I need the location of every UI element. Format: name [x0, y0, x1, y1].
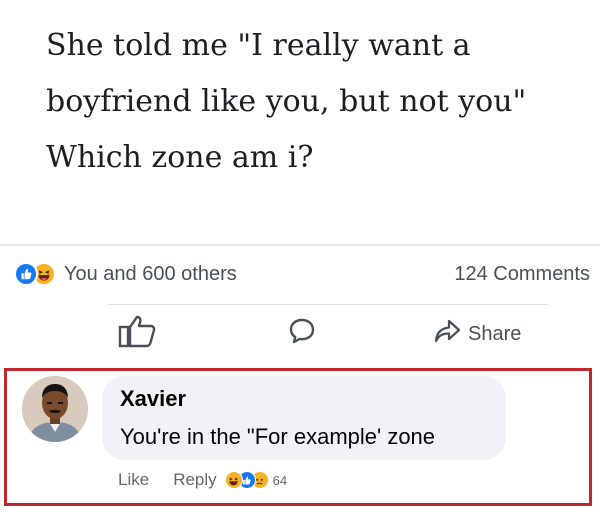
comment-text: You're in the "For example' zone: [120, 424, 436, 449]
like-icon: [14, 262, 38, 286]
comment-like-link[interactable]: Like: [118, 470, 149, 490]
comment-reply-link[interactable]: Reply: [173, 470, 216, 490]
divider: [0, 244, 600, 246]
post-text: She told me "I really want a boyfriend l…: [46, 18, 586, 186]
comment-author[interactable]: Xavier: [120, 386, 186, 412]
thumbs-up-icon: [118, 314, 158, 354]
reactions-summary[interactable]: You and 600 others: [14, 262, 237, 286]
speech-bubble-icon: [287, 316, 317, 352]
comment-button[interactable]: [287, 316, 317, 352]
like-button[interactable]: [118, 314, 158, 354]
comments-count-link[interactable]: 124 Comments: [454, 263, 590, 286]
post-text-line: boyfriend like you, but not you": [46, 84, 527, 119]
share-arrow-icon: [434, 318, 462, 350]
post-action-bar: Share: [0, 312, 600, 356]
avatar[interactable]: [22, 376, 88, 442]
share-label: Share: [468, 322, 522, 345]
divider: [108, 304, 548, 305]
comment-actions: Like Reply 64: [118, 468, 287, 492]
reactions-count-text: You and 600 others: [64, 262, 237, 285]
post-stats: You and 600 others 124 Comments: [14, 258, 590, 290]
haha-icon: [224, 471, 243, 489]
post-text-line: She told me "I really want a: [46, 28, 471, 63]
post-text-line: Which zone am i?: [46, 140, 314, 175]
share-button[interactable]: Share: [434, 316, 521, 352]
comment-reaction-count[interactable]: 64: [273, 473, 287, 488]
